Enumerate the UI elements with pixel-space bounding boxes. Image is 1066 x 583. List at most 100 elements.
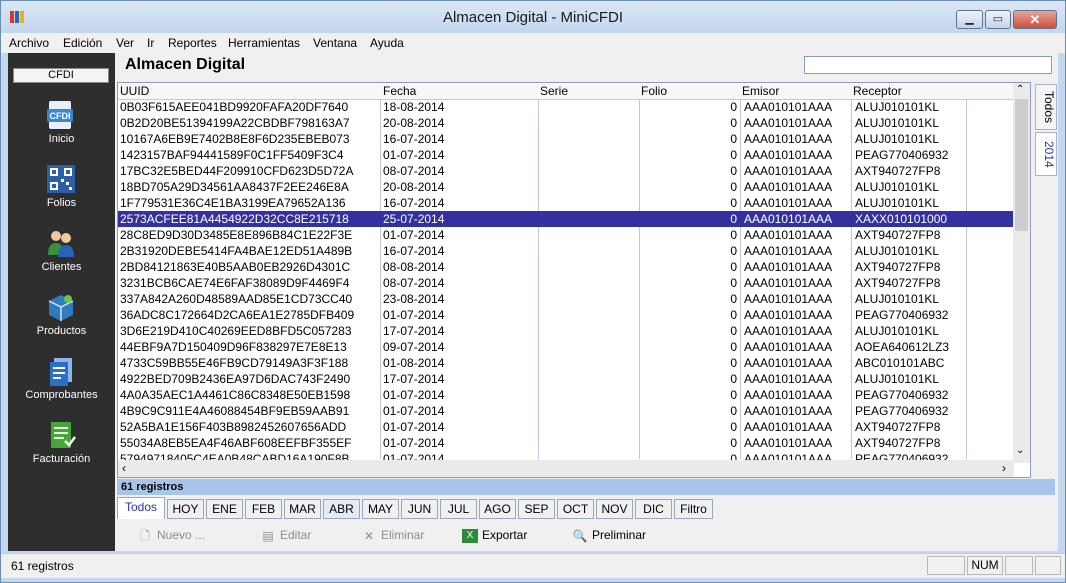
side-tab-2014[interactable]: 2014 xyxy=(1035,132,1057,176)
table-row[interactable]: 4B9C9C911E4A46088454BF9EB59AAB91 01-07-20… xyxy=(118,403,1014,419)
tab-nov[interactable]: NOV xyxy=(596,499,633,519)
nuevo-button[interactable]: 🗋 Nuevo ... xyxy=(137,528,205,543)
table-cell-receptor: ALUJ010101KL xyxy=(855,100,940,114)
menu-ventana[interactable]: Ventana xyxy=(313,36,357,50)
table-row[interactable]: 1F779531E36C4E1BA3199EA79652A136 16-07-20… xyxy=(118,195,1014,211)
tab-may[interactable]: MAY xyxy=(362,499,399,519)
sidebar-item-clientes[interactable]: Clientes xyxy=(8,227,115,287)
sidebar-header[interactable]: CFDI xyxy=(13,68,109,83)
table-row[interactable]: 4A0A35AEC1A4461C86C8348E50EB1598 01-07-20… xyxy=(118,387,1014,403)
status-panel xyxy=(1005,556,1033,575)
tab-mar[interactable]: MAR xyxy=(284,499,321,519)
table-cell-fecha: 16-07-2014 xyxy=(383,196,445,210)
tab-jul[interactable]: JUL xyxy=(440,499,477,519)
table-row[interactable]: 337A842A260D48589AAD85E1CD73CC40 23-08-20… xyxy=(118,291,1014,307)
horizontal-scrollbar[interactable]: ‹ › xyxy=(118,460,1014,477)
tab-ene[interactable]: ENE xyxy=(206,499,243,519)
table-row[interactable]: 4922BED709B2436EA97D6DAC743F2490 17-07-20… xyxy=(118,371,1014,387)
table-cell-receptor: ALUJ010101KL xyxy=(855,116,940,130)
tab-sep[interactable]: SEP xyxy=(518,499,555,519)
sidebar-item-facturacion[interactable]: Facturación xyxy=(8,419,115,479)
tab-feb[interactable]: FEB xyxy=(245,499,282,519)
scroll-left-icon[interactable]: ‹ xyxy=(122,461,126,475)
table-row[interactable]: 3D6E219D410C40269EED8BFD5C057283 17-07-20… xyxy=(118,323,1014,339)
scroll-right-icon[interactable]: › xyxy=(1002,461,1006,475)
vertical-scrollbar[interactable]: ⌃ ⌄ xyxy=(1013,83,1030,463)
tab-jun[interactable]: JUN xyxy=(401,499,438,519)
delete-icon: ✕ xyxy=(363,528,375,543)
maximize-button[interactable]: ▭ xyxy=(985,10,1011,29)
table-row[interactable]: 18BD705A29D34561AA8437F2EE246E8A 20-08-20… xyxy=(118,179,1014,195)
close-button[interactable]: ✕ xyxy=(1013,10,1057,29)
preliminar-button[interactable]: 🔍 Preliminar xyxy=(572,528,647,543)
status-bar: 61 registros NUM xyxy=(1,553,1065,578)
resize-grip[interactable] xyxy=(1035,556,1061,575)
column-header-uuid[interactable]: UUID xyxy=(120,84,149,98)
table-row[interactable]: 44EBF9A7D150409D96F838297E7E8E13 09-07-20… xyxy=(118,339,1014,355)
menu-herramientas[interactable]: Herramientas xyxy=(228,36,300,50)
side-tab-todos[interactable]: Todos xyxy=(1035,84,1057,130)
tab-todos[interactable]: Todos xyxy=(117,497,165,519)
menu-archivo[interactable]: Archivo xyxy=(9,36,49,50)
column-header-folio[interactable]: Folio xyxy=(641,84,667,98)
menu-edicion[interactable]: Edición xyxy=(63,36,102,50)
table-row[interactable]: 10167A6EB9E7402B8E8F6D235EBEB073 16-07-20… xyxy=(118,131,1014,147)
exportar-button[interactable]: X Exportar xyxy=(462,528,527,543)
table-cell-emisor: AAA010101AAA xyxy=(744,372,833,386)
column-header-fecha[interactable]: Fecha xyxy=(383,84,416,98)
sidebar-item-inicio[interactable]: CFDI Inicio xyxy=(8,99,115,159)
records-table[interactable]: UUID Fecha Serie Folio Emisor Receptor 0… xyxy=(117,82,1031,478)
sidebar-item-comprobantes[interactable]: Comprobantes xyxy=(8,355,115,415)
table-row[interactable]: 28C8ED9D30D3485E8E896B84C1E22F3E 01-07-20… xyxy=(118,227,1014,243)
tab-hoy[interactable]: HOY xyxy=(167,499,204,519)
column-header-emisor[interactable]: Emisor xyxy=(742,84,779,98)
table-cell-receptor: AXT940727FP8 xyxy=(855,420,941,434)
table-cell-receptor: ABC010101ABC xyxy=(855,356,945,370)
table-cell-folio: 0 xyxy=(730,180,737,194)
table-row[interactable]: 4733C59BB55E46FB9CD79149A3F3F188 01-08-20… xyxy=(118,355,1014,371)
scroll-down-icon[interactable]: ⌄ xyxy=(1016,445,1024,456)
eliminar-button[interactable]: ✕ Eliminar xyxy=(361,528,424,543)
table-cell-emisor: AAA010101AAA xyxy=(744,292,833,306)
table-row[interactable]: 36ADC8C172664D2CA6EA1E2785DFB409 01-07-20… xyxy=(118,307,1014,323)
table-cell-receptor: PEAG770406932 xyxy=(855,308,949,322)
menu-reportes[interactable]: Reportes xyxy=(168,36,217,50)
table-row[interactable]: 3231BCB6CAE74E6FAF38089D9F4469F4 08-07-20… xyxy=(118,275,1014,291)
table-row[interactable]: 0B2D20BE51394199A22CBDBF798163A7 20-08-20… xyxy=(118,115,1014,131)
column-header-serie[interactable]: Serie xyxy=(540,84,568,98)
sidebar-item-folios[interactable]: Folios xyxy=(8,163,115,223)
invoice-icon xyxy=(51,422,76,448)
table-cell-emisor: AAA010101AAA xyxy=(744,260,833,274)
table-row[interactable]: 0B03F615AEE041BD9920FAFA20DF7640 18-08-20… xyxy=(118,99,1014,115)
table-row[interactable]: 2B31920DEBE5414FA4BAE12ED51A489B 16-07-20… xyxy=(118,243,1014,259)
table-row[interactable]: 1423157BAF94441589F0C1FF5409F3C4 01-07-20… xyxy=(118,147,1014,163)
table-row[interactable]: 52A5BA1E156F403B8982452607656ADD 01-07-20… xyxy=(118,419,1014,435)
sidebar-item-productos[interactable]: Productos xyxy=(8,291,115,351)
menu-bar: Archivo Edición Ver Ir Reportes Herramie… xyxy=(1,33,1065,53)
minimize-button[interactable]: ▁ xyxy=(956,10,983,29)
table-cell-fecha: 08-07-2014 xyxy=(383,276,445,290)
table-cell-emisor: AAA010101AAA xyxy=(744,116,833,130)
qr-code-icon xyxy=(47,165,75,193)
sidebar-item-label: Folios xyxy=(46,197,77,209)
menu-ayuda[interactable]: Ayuda xyxy=(370,36,404,50)
editar-button[interactable]: ▤ Editar xyxy=(260,528,311,543)
tab-oct[interactable]: OCT xyxy=(557,499,594,519)
tab-abr[interactable]: ABR xyxy=(323,499,360,519)
documents-icon xyxy=(50,358,72,386)
column-header-receptor[interactable]: Receptor xyxy=(853,84,902,98)
table-row[interactable]: 2BD84121863E40B5AAB0EB2926D4301C 08-08-20… xyxy=(118,259,1014,275)
table-cell-folio: 0 xyxy=(730,292,737,306)
menu-ver[interactable]: Ver xyxy=(116,36,134,50)
scroll-up-icon[interactable]: ⌃ xyxy=(1016,84,1024,95)
tab-filtro[interactable]: Filtro xyxy=(674,499,713,519)
scroll-thumb[interactable] xyxy=(1015,99,1028,231)
table-row[interactable]: 55034A8EB5EA4F46ABF608EEFBF355EF 01-07-20… xyxy=(118,435,1014,451)
tab-ago[interactable]: AGO xyxy=(479,499,516,519)
table-row[interactable]: 17BC32E5BED44F209910CFD623D5D72A 08-07-20… xyxy=(118,163,1014,179)
menu-ir[interactable]: Ir xyxy=(147,36,154,50)
editar-label: Editar xyxy=(280,528,312,542)
tab-dic[interactable]: DIC xyxy=(635,499,672,519)
search-input[interactable] xyxy=(804,56,1052,74)
table-row-selected[interactable]: 2573ACFEE81A4454922D32CC8E215718 25-07-20… xyxy=(118,211,1014,227)
